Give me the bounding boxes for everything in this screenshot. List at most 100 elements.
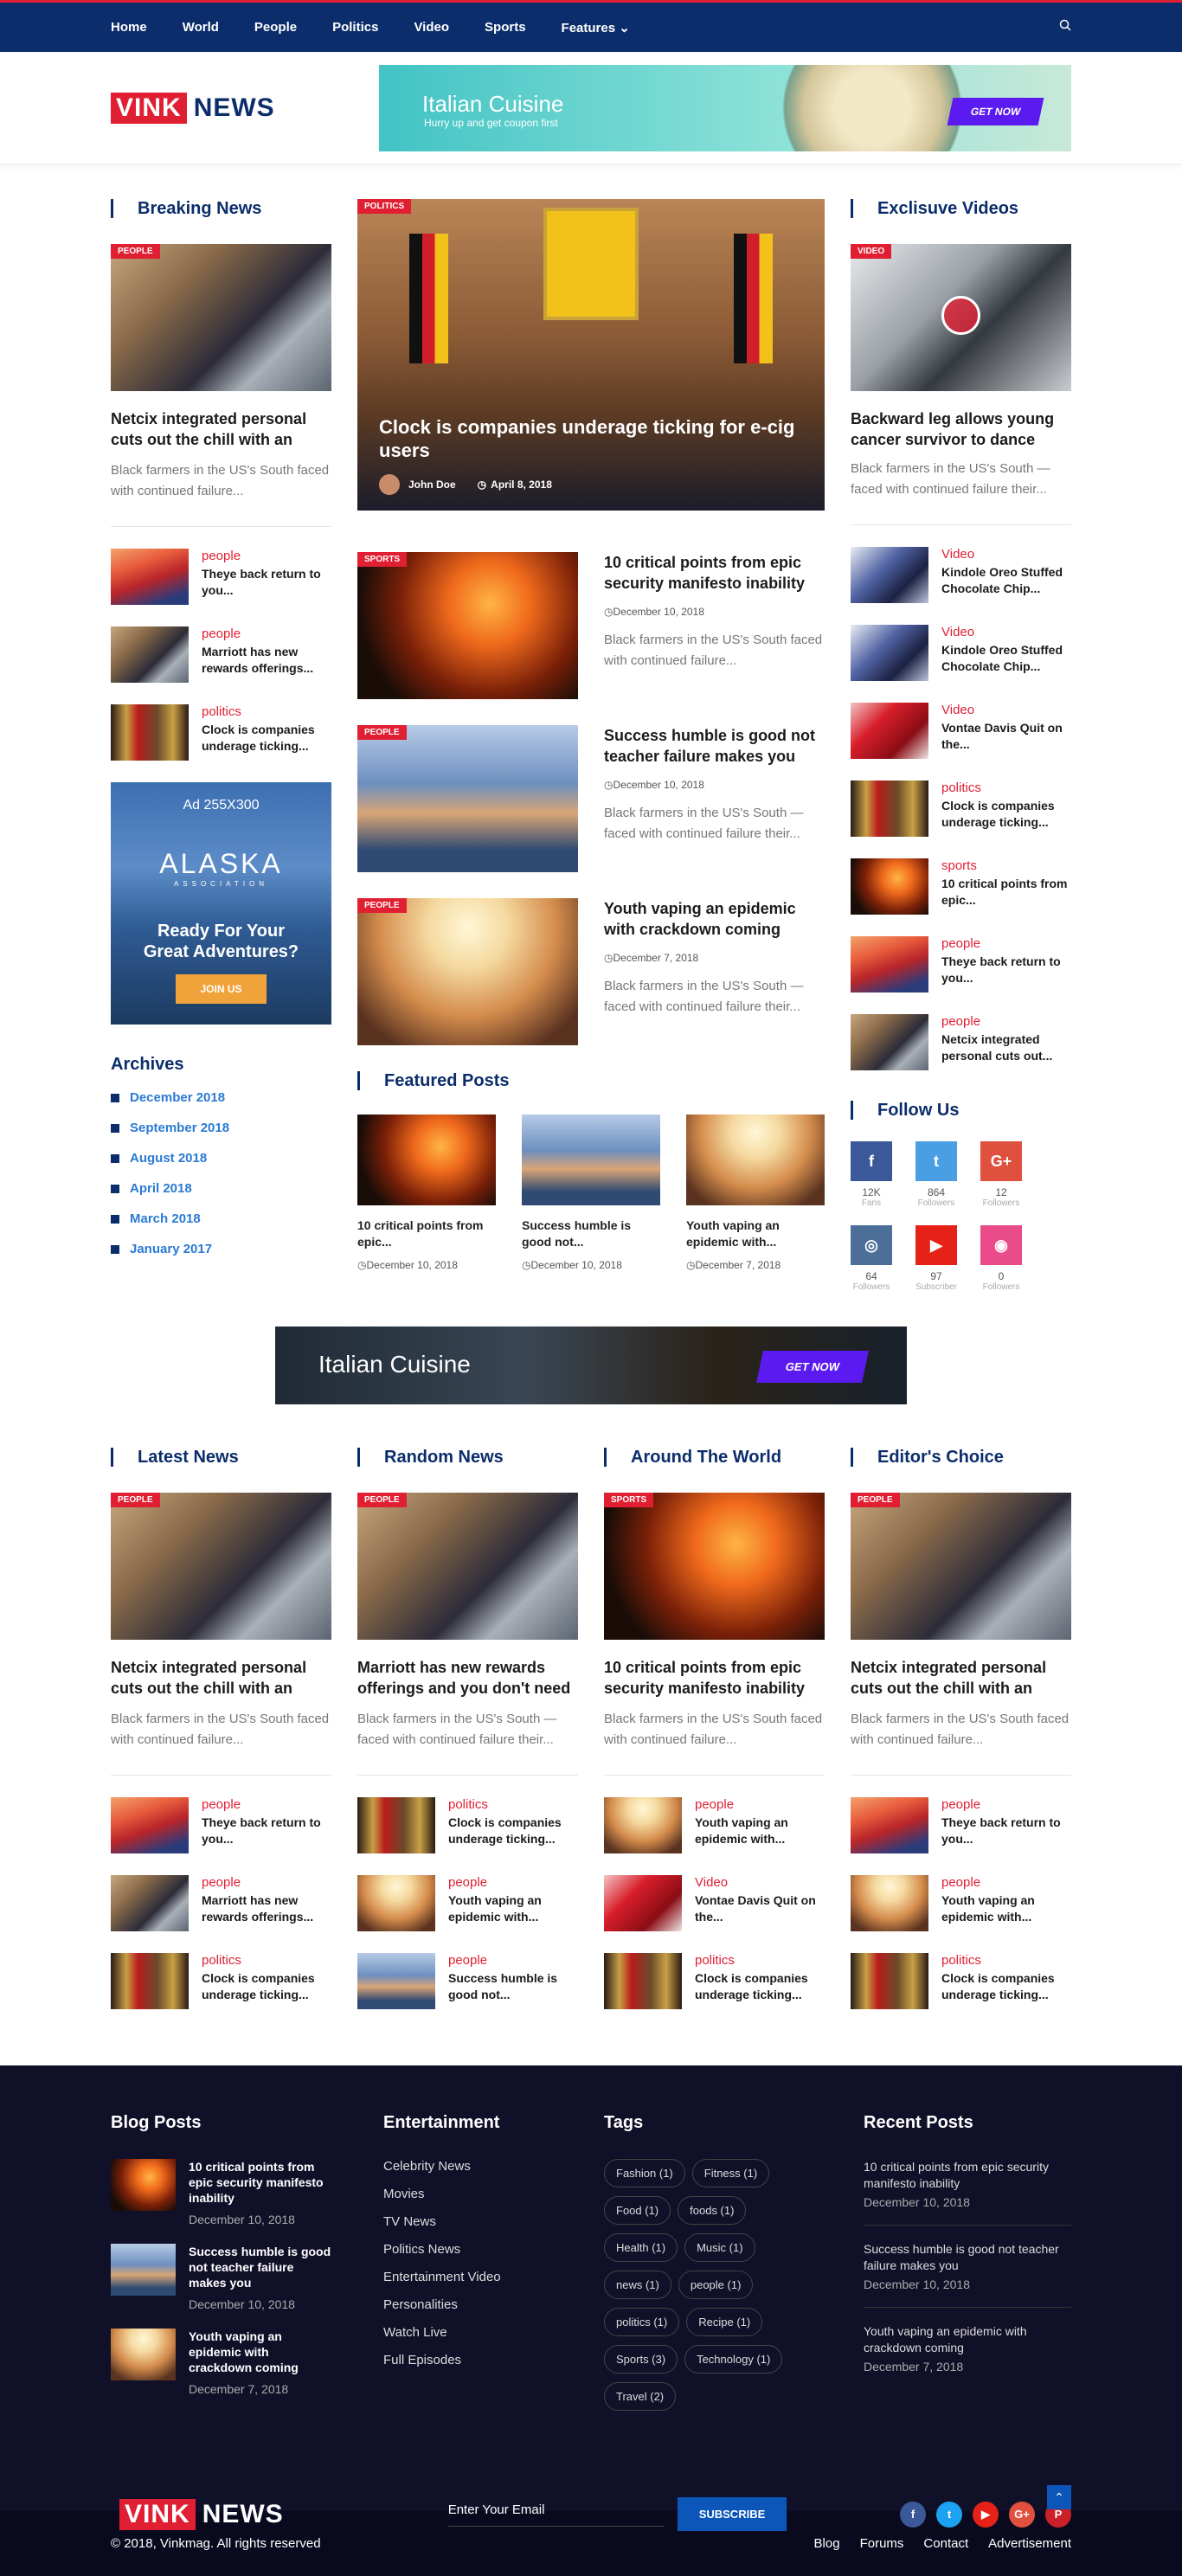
nav-features[interactable]: Features ⌄ xyxy=(562,20,630,35)
item-category[interactable]: people xyxy=(448,1953,578,1968)
tag-chip[interactable]: Sports (3) xyxy=(604,2345,678,2374)
instagram-follow[interactable]: ◎ 64 Followers xyxy=(851,1225,892,1292)
search-icon[interactable] xyxy=(1059,19,1071,35)
article-title[interactable]: 10 critical points from epic security ma… xyxy=(604,552,825,594)
tag-chip[interactable]: Health (1) xyxy=(604,2233,678,2262)
list-item[interactable]: people Marriott has new rewards offerings… xyxy=(111,626,331,683)
featured-image[interactable] xyxy=(686,1115,825,1205)
item-title[interactable]: Clock is companies underage ticking... xyxy=(941,798,1071,831)
item-title[interactable]: Clock is companies underage ticking... xyxy=(941,1970,1071,2003)
item-category[interactable]: people xyxy=(941,1797,1071,1812)
thumbnail[interactable] xyxy=(851,858,928,915)
item-category[interactable]: people xyxy=(448,1875,578,1890)
article-item[interactable]: PEOPLE Success humble is good not teache… xyxy=(357,725,825,872)
thumbnail[interactable] xyxy=(851,781,928,837)
footer-link-advertisement[interactable]: Advertisement xyxy=(988,2536,1071,2551)
item-category[interactable]: politics xyxy=(202,1953,331,1968)
thumbnail[interactable] xyxy=(851,1953,928,2009)
item-category[interactable]: Video xyxy=(941,703,1071,717)
thumbnail[interactable] xyxy=(851,625,928,681)
tag-chip[interactable]: politics (1) xyxy=(604,2308,680,2336)
list-item[interactable]: politics Clock is companies underage tick… xyxy=(851,781,1071,837)
archive-link[interactable]: March 2018 xyxy=(111,1211,331,1226)
thumbnail[interactable] xyxy=(111,2329,176,2380)
list-item[interactable]: people Marriott has new rewards offerings… xyxy=(111,1875,331,1931)
item-category[interactable]: people xyxy=(202,626,331,641)
footer-link[interactable]: TV News xyxy=(383,2214,552,2229)
list-item[interactable]: people Theye back return to you... xyxy=(851,1797,1071,1853)
nav-sports[interactable]: Sports xyxy=(485,20,526,35)
nav-people[interactable]: People xyxy=(254,20,297,35)
google-plus-icon[interactable]: G+ xyxy=(980,1141,1022,1181)
nav-video[interactable]: Video xyxy=(414,20,449,35)
item-title[interactable]: Vontae Davis Quit on the... xyxy=(941,720,1071,753)
alaska-ad-banner[interactable]: Ad 255X300 ALASKA ASSOCIATION Ready For … xyxy=(111,782,331,1025)
footer-link[interactable]: Entertainment Video xyxy=(383,2270,552,2284)
footer-link[interactable]: Celebrity News xyxy=(383,2159,552,2174)
item-title[interactable]: Netcix integrated personal cuts out... xyxy=(941,1031,1071,1064)
item-title[interactable]: Theye back return to you... xyxy=(202,566,331,599)
video-lead-title[interactable]: Backward leg allows young cancer survivo… xyxy=(851,408,1071,450)
blog-title[interactable]: Success humble is good not teacher failu… xyxy=(189,2244,331,2290)
twitter-follow[interactable]: t 864 Followers xyxy=(915,1141,957,1208)
tag-chip[interactable]: Recipe (1) xyxy=(686,2308,763,2336)
archive-link[interactable]: August 2018 xyxy=(111,1151,331,1166)
list-item[interactable]: Video Kindole Oreo Stuffed Chocolate Chip… xyxy=(851,625,1071,681)
item-title[interactable]: Success humble is good not... xyxy=(448,1970,578,2003)
item-category[interactable]: politics xyxy=(695,1953,825,1968)
tag-chip[interactable]: Fitness (1) xyxy=(691,2159,770,2187)
tag-chip[interactable]: foods (1) xyxy=(678,2196,747,2225)
archive-link[interactable]: January 2017 xyxy=(111,1242,331,1256)
item-title[interactable]: Clock is companies underage ticking... xyxy=(202,722,331,755)
item-category[interactable]: people xyxy=(941,1014,1071,1029)
article-title[interactable]: Youth vaping an epidemic with crackdown … xyxy=(604,898,825,940)
lead-title[interactable]: Netcix integrated personal cuts out the … xyxy=(851,1657,1071,1699)
featured-title[interactable]: Success humble is good not... xyxy=(522,1217,660,1250)
item-title[interactable]: Theye back return to you... xyxy=(941,1815,1071,1847)
breaking-lead-image[interactable]: PEOPLE xyxy=(111,244,331,391)
item-title[interactable]: Clock is companies underage ticking... xyxy=(695,1970,825,2003)
recent-post[interactable]: Success humble is good not teacher failu… xyxy=(864,2241,1071,2308)
list-item[interactable]: people Youth vaping an epidemic with... xyxy=(604,1797,825,1853)
featured-item[interactable]: Success humble is good not... December 1… xyxy=(522,1115,660,1271)
lead-image[interactable]: SPORTS xyxy=(604,1493,825,1640)
tag-chip[interactable]: Fashion (1) xyxy=(604,2159,685,2187)
item-category[interactable]: people xyxy=(941,1875,1071,1890)
tag-chip[interactable]: Food (1) xyxy=(604,2196,671,2225)
item-title[interactable]: Clock is companies underage ticking... xyxy=(202,1970,331,2003)
item-category[interactable]: politics xyxy=(448,1797,578,1812)
article-item[interactable]: PEOPLE Youth vaping an epidemic with cra… xyxy=(357,898,825,1045)
recent-title[interactable]: Success humble is good not teacher failu… xyxy=(864,2241,1071,2274)
item-category[interactable]: Video xyxy=(941,625,1071,639)
footer-link[interactable]: Personalities xyxy=(383,2297,552,2312)
footer-link-forums[interactable]: Forums xyxy=(860,2536,904,2551)
item-title[interactable]: Youth vaping an epidemic with... xyxy=(695,1815,825,1847)
item-title[interactable]: Kindole Oreo Stuffed Chocolate Chip... xyxy=(941,642,1071,675)
list-item[interactable]: politics Clock is companies underage tick… xyxy=(851,1953,1071,2009)
item-title[interactable]: Youth vaping an epidemic with... xyxy=(448,1892,578,1925)
lead-image[interactable]: PEOPLE xyxy=(851,1493,1071,1640)
nav-home[interactable]: Home xyxy=(111,20,147,35)
footer-link[interactable]: Full Episodes xyxy=(383,2353,552,2367)
footer-link[interactable]: Movies xyxy=(383,2187,552,2201)
thumbnail[interactable] xyxy=(604,1953,682,2009)
item-category[interactable]: people xyxy=(202,1797,331,1812)
thumbnail[interactable] xyxy=(111,704,189,761)
tag-chip[interactable]: Travel (2) xyxy=(604,2382,677,2411)
hero-title[interactable]: Clock is companies underage ticking for … xyxy=(379,415,803,462)
item-category[interactable]: politics xyxy=(202,704,331,719)
dribbble-follow[interactable]: ◉ 0 Followers xyxy=(980,1225,1022,1292)
article-image[interactable]: SPORTS xyxy=(357,552,578,699)
thumbnail[interactable] xyxy=(111,549,189,605)
thumbnail[interactable] xyxy=(851,936,928,992)
featured-title[interactable]: 10 critical points from epic... xyxy=(357,1217,496,1250)
item-title[interactable]: 10 critical points from epic... xyxy=(941,876,1071,909)
item-category[interactable]: people xyxy=(941,936,1071,951)
item-category[interactable]: people xyxy=(202,1875,331,1890)
back-to-top-icon[interactable]: ⌃ xyxy=(1047,2485,1071,2509)
list-item[interactable]: people Netcix integrated personal cuts ou… xyxy=(851,1014,1071,1070)
thumbnail[interactable] xyxy=(851,703,928,759)
featured-title[interactable]: Youth vaping an epidemic with... xyxy=(686,1217,825,1250)
thumbnail[interactable] xyxy=(357,1875,435,1931)
item-category[interactable]: Video xyxy=(695,1875,825,1890)
